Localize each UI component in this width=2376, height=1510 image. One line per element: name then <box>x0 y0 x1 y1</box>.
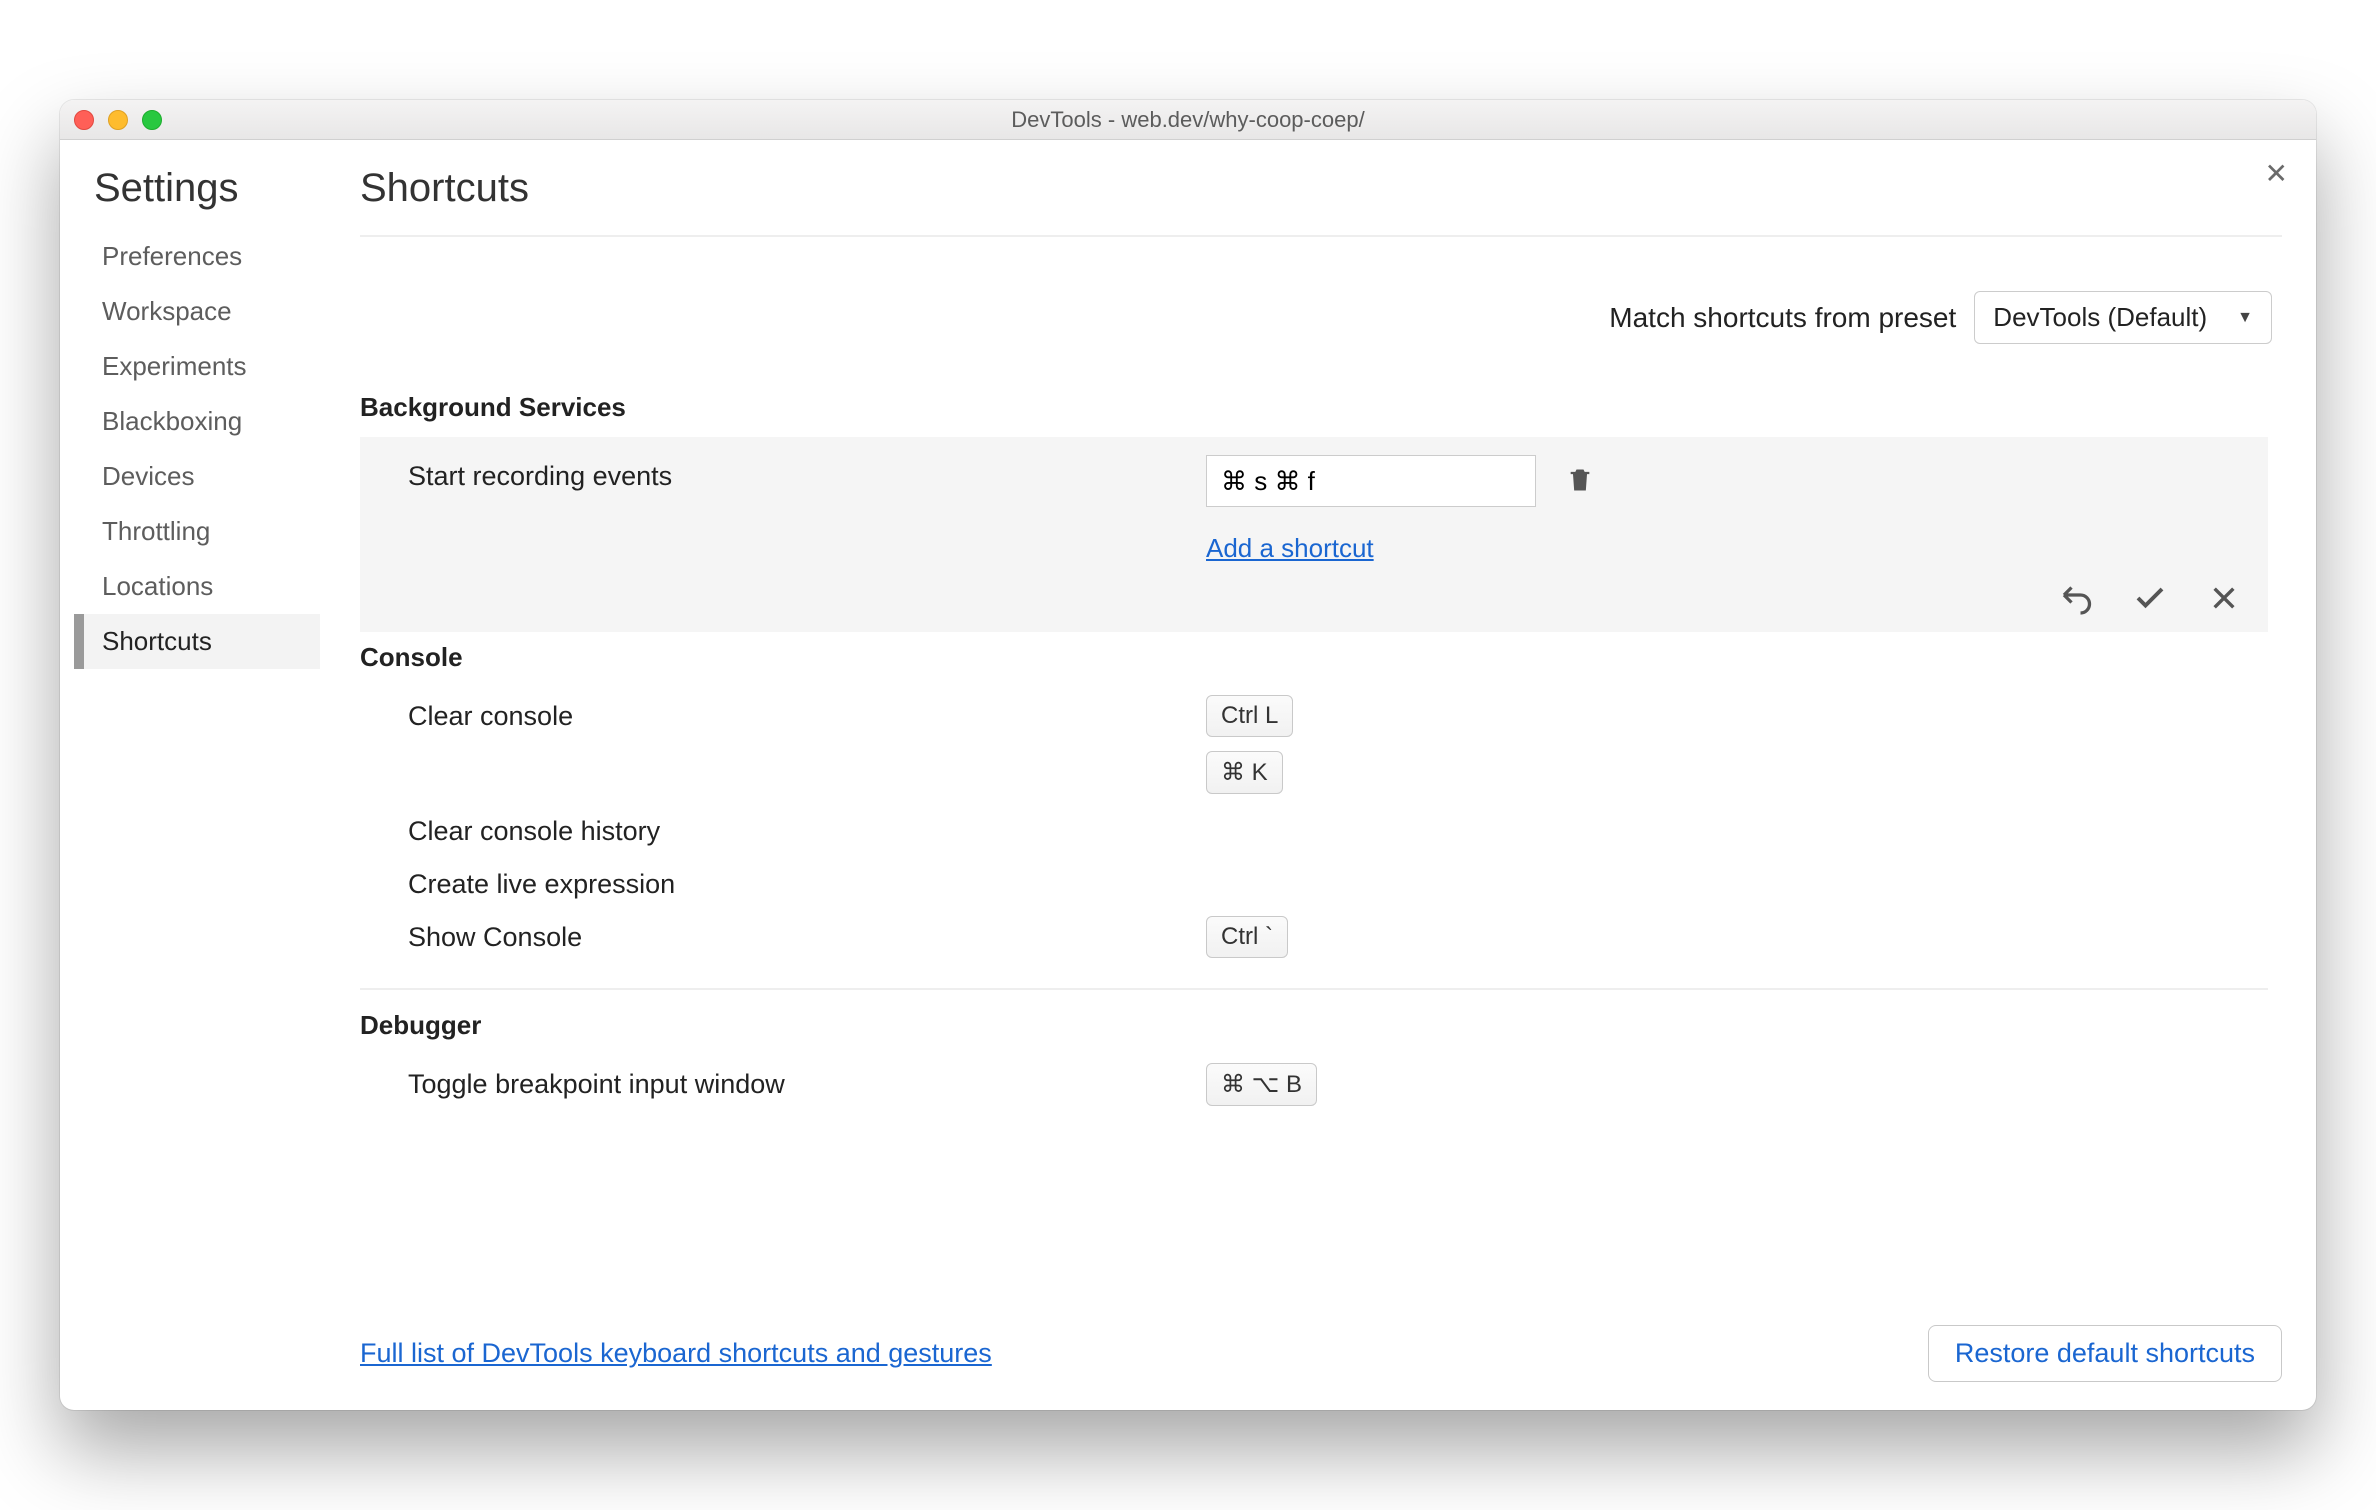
sidebar-item-workspace[interactable]: Workspace <box>94 284 320 339</box>
shortcut-row-show-console: Show Console Ctrl ` <box>360 908 2268 966</box>
shortcut-label: Toggle breakpoint input window <box>408 1063 1198 1100</box>
shortcut-label: Clear console history <box>408 810 1198 847</box>
sidebar-item-shortcuts[interactable]: Shortcuts <box>74 614 320 669</box>
sidebar-item-preferences[interactable]: Preferences <box>94 229 320 284</box>
titlebar: DevTools - web.dev/why-coop-coep/ <box>60 100 2316 140</box>
content-area: ✕ Settings Preferences Workspace Experim… <box>60 140 2316 1410</box>
shortcut-label-start-recording: Start recording events <box>408 455 1198 492</box>
cancel-button[interactable] <box>2204 578 2244 618</box>
shortcut-row-toggle-bp: Toggle breakpoint input window ⌘ ⌥ B <box>360 1055 2268 1114</box>
check-icon <box>2132 580 2168 616</box>
preset-select[interactable]: DevTools (Default) ▼ <box>1974 291 2272 344</box>
sidebar-item-experiments[interactable]: Experiments <box>94 339 320 394</box>
page-heading: Shortcuts <box>360 166 2282 237</box>
shortcut-editor: Start recording events Add a shortcut <box>360 437 2268 632</box>
sidebar-item-devices[interactable]: Devices <box>94 449 320 504</box>
keycap: Ctrl ` <box>1206 916 1288 958</box>
shortcut-row-clear-history: Clear console history <box>360 802 2268 855</box>
keycap: ⌘ ⌥ B <box>1206 1063 1317 1106</box>
preset-row: Match shortcuts from preset DevTools (De… <box>360 237 2282 388</box>
restore-defaults-button[interactable]: Restore default shortcuts <box>1928 1325 2282 1382</box>
section-background-services: Background Services <box>360 388 2268 437</box>
shortcut-label: Show Console <box>408 916 1198 953</box>
confirm-button[interactable] <box>2130 578 2170 618</box>
undo-icon <box>2058 580 2094 616</box>
delete-shortcut-button[interactable] <box>1566 464 1596 498</box>
sidebar-item-blackboxing[interactable]: Blackboxing <box>94 394 320 449</box>
caret-down-icon: ▼ <box>2237 309 2253 327</box>
edit-actions <box>360 568 2268 618</box>
shortcuts-scroll-area[interactable]: Background Services Start recording even… <box>360 388 2282 1307</box>
add-shortcut-link[interactable]: Add a shortcut <box>1206 533 1374 564</box>
window-title: DevTools - web.dev/why-coop-coep/ <box>60 107 2316 133</box>
main-panel: Shortcuts Match shortcuts from preset De… <box>320 140 2316 1410</box>
preset-select-value: DevTools (Default) <box>1993 302 2207 333</box>
section-console: Console <box>360 638 2268 687</box>
shortcut-label: Clear console <box>408 695 1198 732</box>
sidebar-item-throttling[interactable]: Throttling <box>94 504 320 559</box>
shortcut-row-create-live: Create live expression <box>360 855 2268 908</box>
keycap: Ctrl L <box>1206 695 1293 737</box>
section-debugger: Debugger <box>360 1006 2268 1055</box>
revert-button[interactable] <box>2056 578 2096 618</box>
sidebar-item-locations[interactable]: Locations <box>94 559 320 614</box>
app-window: DevTools - web.dev/why-coop-coep/ ✕ Sett… <box>60 100 2316 1410</box>
keycap: ⌘ K <box>1206 751 1283 794</box>
shortcut-label: Create live expression <box>408 863 1198 900</box>
footer: Full list of DevTools keyboard shortcuts… <box>360 1307 2282 1410</box>
shortcut-row-clear-console: Clear console Ctrl L ⌘ K <box>360 687 2268 802</box>
trash-icon <box>1566 464 1594 496</box>
section-divider <box>360 988 2268 990</box>
sidebar: Settings Preferences Workspace Experimen… <box>60 140 320 1410</box>
full-list-link[interactable]: Full list of DevTools keyboard shortcuts… <box>360 1338 992 1369</box>
close-icon <box>2208 582 2240 614</box>
sidebar-heading: Settings <box>94 166 320 211</box>
shortcut-input[interactable] <box>1206 455 1536 507</box>
preset-label: Match shortcuts from preset <box>1609 302 1956 334</box>
